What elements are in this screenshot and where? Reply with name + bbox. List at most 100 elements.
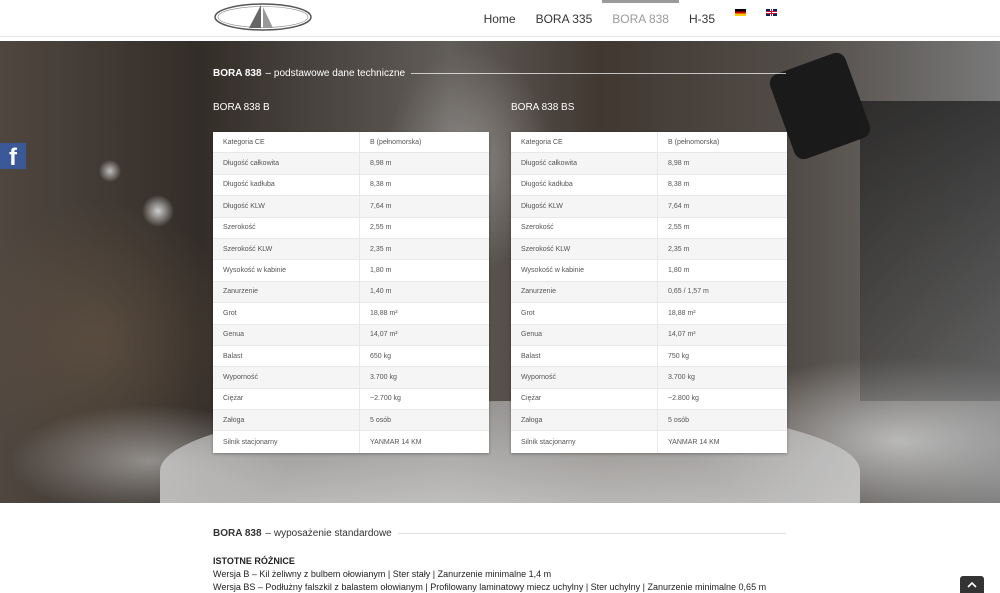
differences-heading: ISTOTNE RÓŻNICE bbox=[213, 556, 295, 566]
spec-label: Długość kadłuba bbox=[213, 174, 360, 196]
spec-label: Balast bbox=[213, 345, 360, 367]
spec-label: Ciężar bbox=[213, 388, 360, 410]
spec-value: 8,38 m bbox=[370, 181, 392, 189]
table-row: Genua 14,07 m² bbox=[511, 324, 787, 346]
table-row: Genua 14,07 m² bbox=[213, 324, 489, 346]
spec-value: 14,07 m² bbox=[668, 331, 696, 339]
table-row: Silnik stacjonarny YANMAR 14 KM bbox=[213, 431, 489, 453]
spec-label: Grot bbox=[213, 303, 360, 324]
spec-label: Zanurzenie bbox=[511, 281, 658, 303]
specs-section-title: BORA 838 – podstawowe dane techniczne bbox=[213, 66, 786, 80]
table-row: Wyporność 3.700 kg bbox=[511, 367, 787, 389]
spec-label: Kategoria CE bbox=[213, 132, 360, 153]
spec-value: 2,55 m bbox=[668, 224, 690, 232]
spec-value: ~2.800 kg bbox=[668, 395, 699, 403]
spec-value: 2,35 m bbox=[668, 245, 690, 253]
table-row: Balast 750 kg bbox=[511, 345, 787, 368]
spec-value: 3.700 kg bbox=[370, 373, 397, 381]
spec-label: Silnik stacjonarny bbox=[511, 431, 658, 453]
spec-value: 5 osób bbox=[668, 416, 690, 424]
spec-label: Załoga bbox=[213, 410, 360, 431]
spec-value: ~2.700 kg bbox=[370, 395, 401, 403]
language-de[interactable] bbox=[725, 0, 756, 37]
spec-label: Szerokość bbox=[213, 217, 360, 238]
spec-value: 8,98 m bbox=[370, 160, 392, 168]
main-nav: Home BORA 335 BORA 838 H-35 bbox=[474, 0, 787, 37]
spec-label: Wyporność bbox=[213, 367, 360, 388]
uk-flag-icon bbox=[766, 9, 777, 16]
table-row: Wysokość w kabinie 1,80 m bbox=[213, 260, 489, 282]
table-row: Zanurzenie 0,65 / 1,57 m bbox=[511, 281, 787, 304]
table-row: Szerokość 2,55 m bbox=[511, 217, 787, 239]
equipment-title-rest: – wyposażenie standardowe bbox=[265, 527, 392, 539]
spec-label: Załoga bbox=[511, 410, 658, 431]
spec-value: 1,80 m bbox=[668, 267, 690, 275]
table-row: Kategoria CE B (pełnomorska) bbox=[213, 132, 489, 154]
spec-label: Genua bbox=[511, 324, 658, 345]
nav-bora-838[interactable]: BORA 838 bbox=[602, 0, 679, 37]
spec-label: Długość całkowita bbox=[213, 153, 360, 174]
spec-value: 8,38 m bbox=[668, 181, 690, 189]
table-row: Długość całkowita 8,98 m bbox=[511, 153, 787, 175]
nav-h-35[interactable]: H-35 bbox=[679, 0, 725, 37]
spec-value: 18,88 m² bbox=[668, 309, 696, 317]
spec-value: B (pełnomorska) bbox=[370, 138, 422, 146]
spec-value: 7,64 m bbox=[668, 202, 690, 210]
difference-version-bs: Wersja BS – Podłużny falszkil z balastem… bbox=[213, 582, 767, 592]
table-row: Wyporność 3.700 kg bbox=[213, 367, 489, 389]
spec-label: Długość KLW bbox=[511, 196, 658, 217]
table-row: Balast 650 kg bbox=[213, 345, 489, 368]
spec-value: 750 kg bbox=[668, 352, 690, 360]
spec-value: 18,88 m² bbox=[370, 309, 398, 317]
spec-value: 0,65 / 1,57 m bbox=[668, 288, 709, 296]
spec-value: YANMAR 14 KM bbox=[370, 438, 422, 446]
table-row: Ciężar ~2.800 kg bbox=[511, 388, 787, 411]
right-column-title: BORA 838 BS bbox=[511, 102, 575, 113]
spec-label: Kategoria CE bbox=[511, 132, 658, 153]
scroll-to-top-button[interactable] bbox=[960, 576, 984, 593]
spec-value: 7,64 m bbox=[370, 202, 392, 210]
spec-value: 14,07 m² bbox=[370, 331, 398, 339]
table-row: Długość całkowita 8,98 m bbox=[213, 153, 489, 175]
spec-table-b: Kategoria CE B (pełnomorska) Długość całko… bbox=[213, 132, 489, 453]
equipment-title-bold: BORA 838 bbox=[213, 527, 262, 539]
specs-title-bold: BORA 838 bbox=[213, 67, 262, 79]
table-row: Wysokość w kabinie 1,80 m bbox=[511, 260, 787, 282]
specs-title-rest: – podstawowe dane techniczne bbox=[265, 67, 406, 79]
table-row: Silnik stacjonarny YANMAR 14 KM bbox=[511, 431, 787, 453]
spec-value: B (pełnomorska) bbox=[668, 138, 720, 146]
chevron-up-icon bbox=[967, 581, 977, 588]
table-row: Długość KLW 7,64 m bbox=[511, 196, 787, 218]
spec-label: Szerokość KLW bbox=[213, 238, 360, 260]
spec-label: Wysokość w kabinie bbox=[511, 260, 658, 281]
bora-yachts-logo[interactable] bbox=[213, 2, 313, 32]
table-row: Grot 18,88 m² bbox=[511, 303, 787, 325]
spec-label: Silnik stacjonarny bbox=[213, 431, 360, 453]
table-row: Długość kadłuba 8,38 m bbox=[511, 174, 787, 197]
table-row: Długość kadłuba 8,38 m bbox=[213, 174, 489, 197]
german-flag-icon bbox=[735, 9, 746, 16]
language-en[interactable] bbox=[756, 0, 787, 37]
spec-label: Wysokość w kabinie bbox=[213, 260, 360, 281]
difference-version-b: Wersja B – Kil żeliwny z bulbem ołowiany… bbox=[213, 569, 552, 579]
spec-label: Długość KLW bbox=[213, 196, 360, 217]
spec-label: Szerokość bbox=[511, 217, 658, 238]
table-row: Załoga 5 osób bbox=[213, 410, 489, 432]
nav-home[interactable]: Home bbox=[474, 0, 526, 37]
spec-value: 3.700 kg bbox=[668, 373, 695, 381]
table-row: Grot 18,88 m² bbox=[213, 303, 489, 325]
spec-label: Długość kadłuba bbox=[511, 174, 658, 196]
nav-bora-335[interactable]: BORA 335 bbox=[526, 0, 603, 37]
spec-value: YANMAR 14 KM bbox=[668, 438, 720, 446]
table-row: Kategoria CE B (pełnomorska) bbox=[511, 132, 787, 154]
spec-value: 1,40 m bbox=[370, 288, 392, 296]
table-row: Szerokość KLW 2,35 m bbox=[511, 238, 787, 261]
spec-value: 8,98 m bbox=[668, 160, 690, 168]
spec-value: 2,35 m bbox=[370, 245, 392, 253]
facebook-icon[interactable]: f bbox=[0, 143, 26, 171]
table-row: Szerokość KLW 2,35 m bbox=[213, 238, 489, 261]
spec-label: Grot bbox=[511, 303, 658, 324]
table-row: Długość KLW 7,64 m bbox=[213, 196, 489, 218]
spec-label: Szerokość KLW bbox=[511, 238, 658, 260]
spec-table-bs: Kategoria CE B (pełnomorska) Długość całko… bbox=[511, 132, 787, 453]
